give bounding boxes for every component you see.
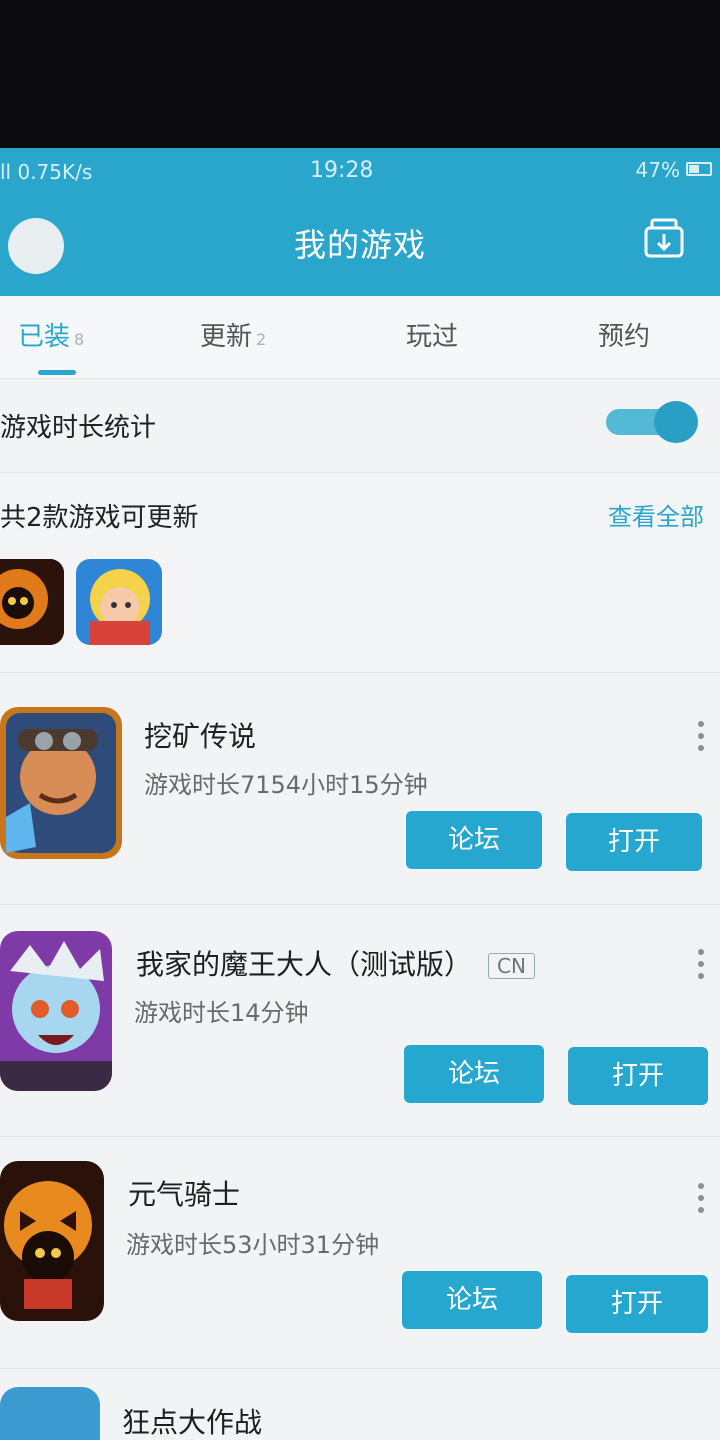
page-title: 我的游戏: [293, 226, 426, 264]
forum-button[interactable]: 论坛: [404, 1045, 544, 1103]
tab-label: 预约: [598, 322, 651, 352]
updates-section: 共2款游戏可更新 查看全部: [0, 472, 720, 672]
more-options-icon[interactable]: [698, 1183, 706, 1219]
region-badge: CN: [488, 953, 535, 979]
tab-installed[interactable]: 已装 8: [18, 316, 84, 353]
tab-bar: 已装 8 更新 2 玩过 预约: [0, 296, 720, 378]
more-options-icon[interactable]: [698, 721, 706, 757]
tab-label: 更新: [200, 322, 253, 352]
game-card[interactable]: 我家的魔王大人（测试版） CN 游戏时长14分钟 论坛 打开: [0, 904, 720, 1136]
battery-icon: [686, 162, 712, 176]
camera-dark-area: [0, 0, 720, 150]
forum-button[interactable]: 论坛: [402, 1271, 542, 1329]
status-bar: ll 0.75K/s 19:28 47%: [0, 148, 720, 192]
network-speed: ll 0.75K/s: [0, 160, 93, 184]
game-duration: 游戏时长7154小时15分钟: [144, 771, 428, 799]
playtime-stats-row: 游戏时长统计: [0, 378, 720, 472]
update-game-icon[interactable]: [0, 559, 64, 645]
status-time: 19:28: [310, 158, 374, 183]
open-button[interactable]: 打开: [566, 813, 702, 871]
tab-label: 已装: [18, 322, 71, 352]
game-icon[interactable]: [0, 931, 112, 1091]
forum-button[interactable]: 论坛: [406, 811, 542, 869]
game-name-row: 我家的魔王大人（测试版） CN: [136, 943, 535, 983]
game-duration: 游戏时长53小时31分钟: [126, 1231, 380, 1259]
tab-count: 8: [74, 330, 85, 349]
toggle-knob: [654, 401, 698, 443]
game-icon[interactable]: [0, 1161, 104, 1321]
phone-screen: ll 0.75K/s 19:28 47% 我的游戏 已装 8 更新 2 玩过 预约 …: [0, 148, 720, 1440]
update-game-icon[interactable]: [76, 559, 162, 645]
game-name: 元气骑士: [128, 1178, 241, 1211]
battery-level: 47%: [635, 158, 680, 182]
playtime-stats-toggle[interactable]: [606, 401, 698, 443]
tab-reserved[interactable]: 预约: [598, 316, 650, 353]
game-card[interactable]: 狂点大作战: [0, 1368, 720, 1440]
tab-played[interactable]: 玩过: [406, 316, 458, 353]
game-name: 我家的魔王大人（测试版）: [136, 948, 473, 981]
updates-count-label: 共2款游戏可更新: [0, 503, 199, 533]
more-options-icon[interactable]: [698, 949, 706, 985]
game-icon[interactable]: [0, 1387, 100, 1440]
tab-updates[interactable]: 更新 2: [200, 316, 266, 353]
game-icon[interactable]: [0, 707, 122, 859]
download-manager-icon[interactable]: [642, 216, 686, 260]
game-card[interactable]: 元气骑士 游戏时长53小时31分钟 论坛 打开: [0, 1136, 720, 1368]
open-button[interactable]: 打开: [566, 1275, 708, 1333]
game-card[interactable]: 挖矿传说 游戏时长7154小时15分钟 论坛 打开: [0, 672, 720, 904]
playtime-stats-label: 游戏时长统计: [0, 413, 157, 443]
tab-count: 2: [256, 330, 267, 349]
view-all-link[interactable]: 查看全部: [608, 497, 704, 532]
game-name: 挖矿传说: [144, 720, 257, 753]
app-header: 我的游戏: [0, 192, 720, 296]
game-duration: 游戏时长14分钟: [134, 999, 309, 1027]
tab-label: 玩过: [406, 322, 459, 352]
game-name: 狂点大作战: [122, 1406, 263, 1439]
open-button[interactable]: 打开: [568, 1047, 708, 1105]
active-tab-indicator: [38, 370, 76, 375]
